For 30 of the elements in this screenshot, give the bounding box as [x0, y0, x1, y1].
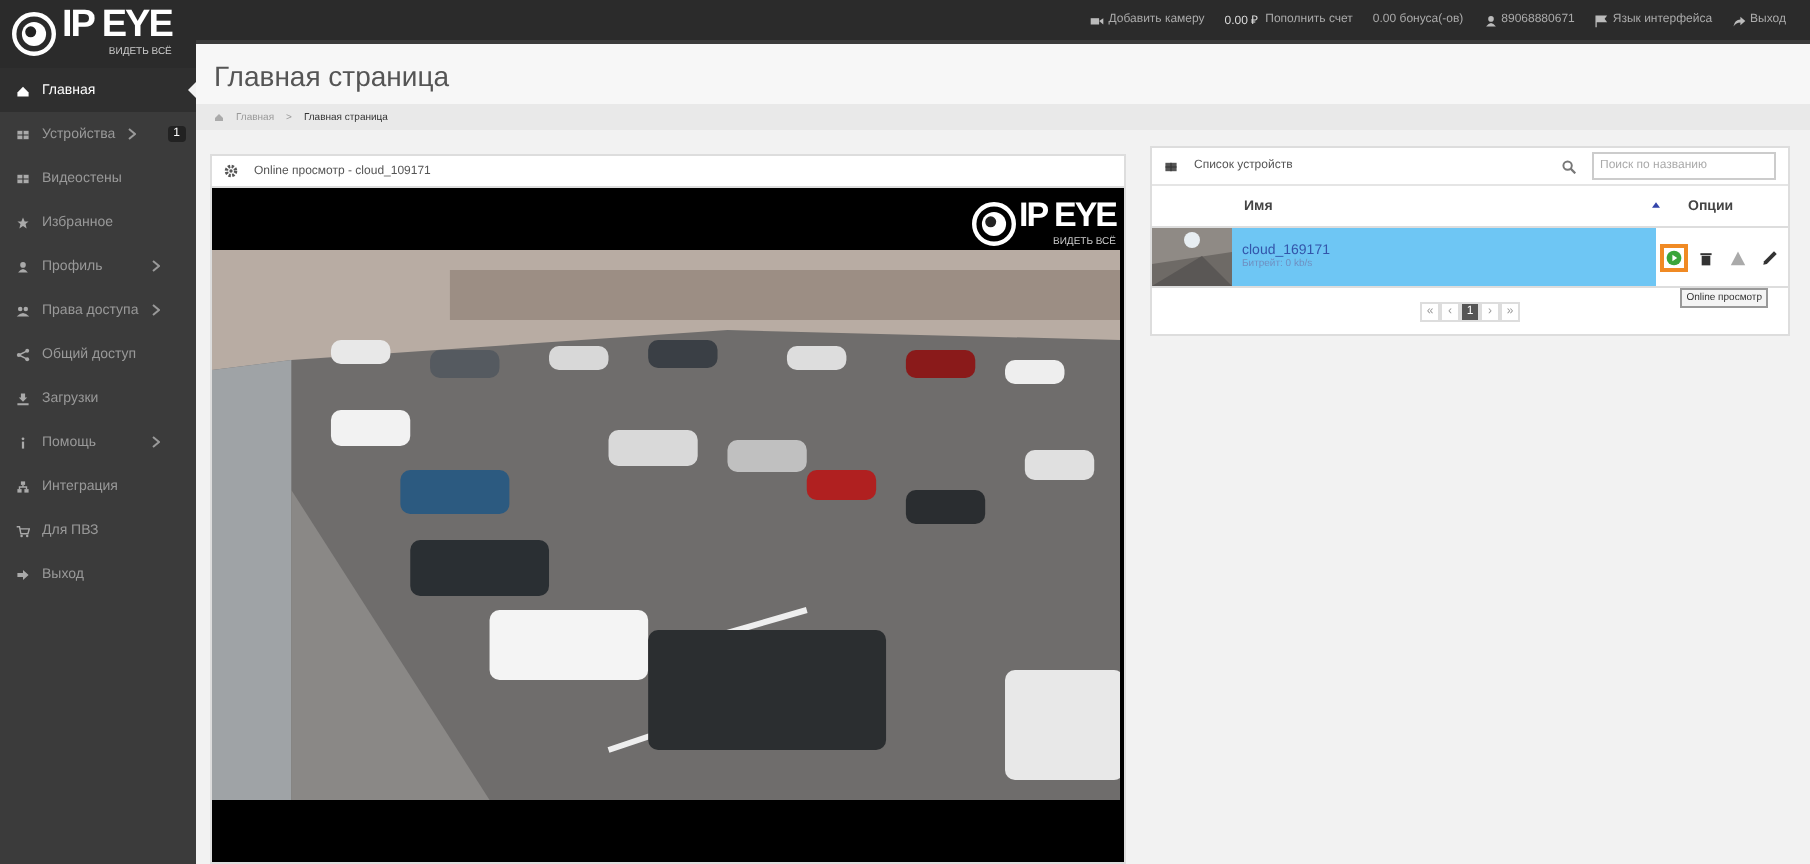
eye-logo-icon	[12, 12, 56, 56]
trash-icon	[1698, 249, 1714, 265]
users-icon	[16, 303, 30, 317]
grid-icon	[16, 127, 30, 141]
logo-text: IP EYE	[62, 4, 172, 46]
exit-icon	[16, 567, 30, 581]
warning-icon	[1730, 249, 1746, 265]
info-icon	[16, 435, 30, 449]
pencil-icon	[1762, 249, 1778, 265]
logo-text: IP EYE	[1019, 196, 1116, 234]
share-arrow-icon	[1732, 13, 1747, 27]
search-icon	[1562, 159, 1576, 173]
settings-icon[interactable]	[224, 164, 238, 178]
share-icon	[16, 347, 30, 361]
sort-icon[interactable]	[1652, 200, 1660, 212]
page-title: Главная страница	[196, 44, 1810, 104]
house-icon	[214, 112, 224, 122]
sitemap-icon	[16, 479, 30, 493]
eye-logo-icon	[971, 202, 1015, 246]
play-icon	[1666, 249, 1682, 265]
list-icon	[1164, 159, 1178, 173]
house-icon	[16, 83, 30, 97]
grid-icon	[16, 171, 30, 185]
user-icon	[16, 259, 30, 273]
user-icon	[1483, 13, 1498, 27]
download-icon	[16, 391, 30, 405]
cart-icon	[16, 523, 30, 537]
camera-icon	[1090, 13, 1105, 27]
star-icon	[16, 215, 30, 229]
flag-icon	[1594, 13, 1609, 27]
